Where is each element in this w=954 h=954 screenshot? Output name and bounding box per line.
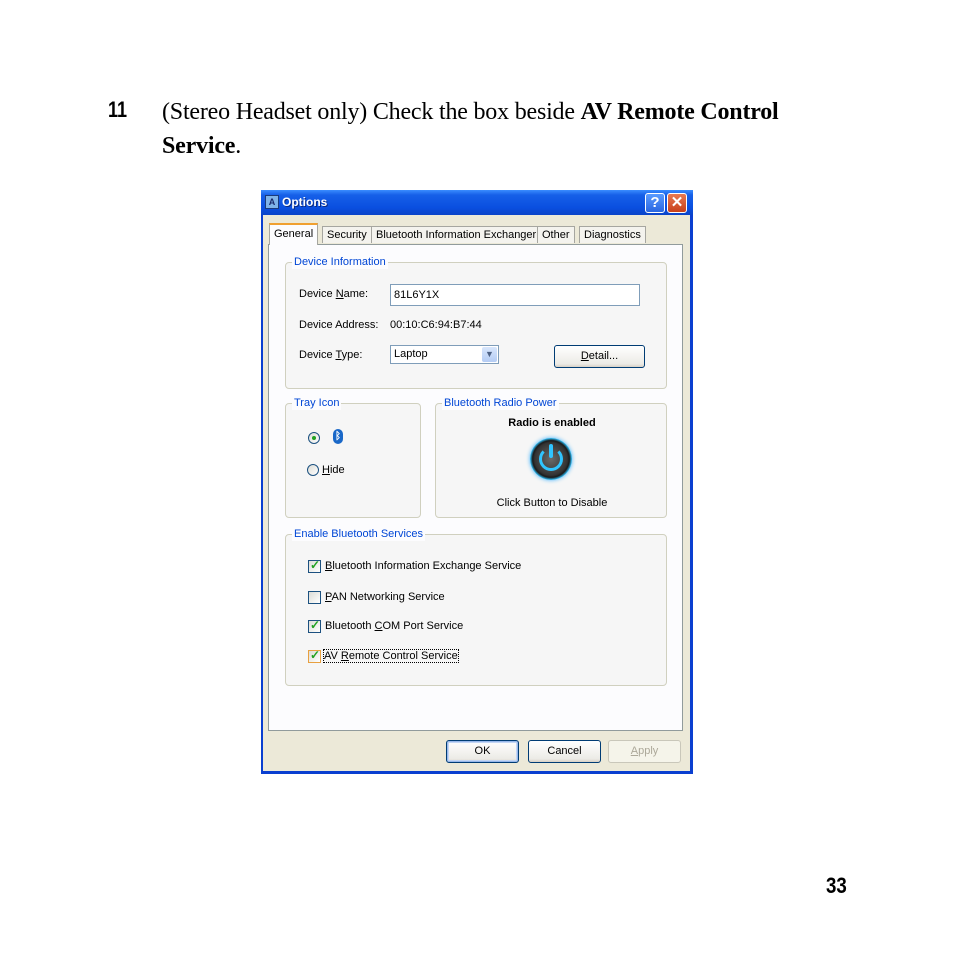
device-name-input[interactable]: 81L6Y1X (390, 284, 640, 306)
service-checkbox-pan-networking[interactable] (308, 591, 321, 604)
check-icon: ✓ (310, 558, 321, 572)
device-address-value: 00:10:C6:94:B7:44 (390, 319, 482, 331)
tray-hide-radio[interactable] (307, 464, 319, 476)
step-text: (Stereo Headset only) Check the box besi… (162, 95, 842, 163)
radio-action-text: Click Button to Disable (496, 497, 608, 509)
device-type-label: Device Type: (299, 349, 363, 361)
service-checkbox-info-exchange[interactable]: ✓ (308, 558, 321, 573)
device-address-label: Device Address: (299, 319, 379, 331)
tray-icon-title: Tray Icon (292, 396, 342, 410)
dialog-title: Options (282, 195, 328, 209)
chevron-down-icon[interactable]: ▼ (482, 347, 497, 362)
tray-hide-label[interactable]: Hide (322, 464, 345, 476)
radio-status: Radio is enabled (508, 417, 596, 429)
tab-general[interactable]: General (269, 223, 319, 245)
tab-other[interactable]: Other (537, 226, 575, 243)
step-number: 11 (108, 97, 128, 122)
radio-power-title: Bluetooth Radio Power (442, 396, 559, 410)
tray-icon-group: Tray Icon ᛒ Hide (285, 396, 421, 518)
device-information-title: Device Information (292, 255, 388, 269)
service-label-av-remote[interactable]: AV Remote Control Service (323, 649, 459, 663)
device-type-select[interactable]: Laptop ▼ (390, 345, 499, 364)
cancel-button[interactable]: Cancel (528, 740, 601, 763)
help-button[interactable]: ? (645, 193, 665, 213)
radio-selected-dot (312, 436, 316, 440)
tab-security[interactable]: Security (322, 226, 372, 243)
ok-button[interactable]: OK (446, 740, 519, 763)
radio-power-group: Bluetooth Radio Power Radio is enabled C… (435, 396, 667, 518)
app-icon: A (265, 195, 279, 209)
device-type-value: Laptop (394, 348, 428, 360)
tab-diagnostics[interactable]: Diagnostics (579, 226, 646, 243)
power-icon-bar (549, 444, 553, 458)
apply-button[interactable]: Apply (608, 740, 681, 763)
step-text-prefix: (Stereo Headset only) Check the box besi… (162, 99, 581, 125)
device-information-group: Device Information Device Name: 81L6Y1X … (285, 255, 667, 389)
service-label-info-exchange[interactable]: Bluetooth Information Exchange Service (325, 560, 521, 572)
tab-bluetooth-information-exchanger[interactable]: Bluetooth Information Exchanger (371, 226, 542, 243)
service-label-com-port[interactable]: Bluetooth COM Port Service (325, 620, 463, 632)
options-dialog: A Options ? ✕ General Security Bluetooth… (261, 190, 693, 774)
close-button[interactable]: ✕ (667, 193, 687, 213)
page-number: 33 (826, 873, 847, 898)
check-icon: ✓ (310, 618, 321, 632)
services-group: Enable Bluetooth Services ✓ Bluetooth In… (285, 527, 667, 686)
bluetooth-icon: ᛒ (333, 429, 343, 444)
detail-button[interactable]: Detail... (554, 345, 645, 368)
check-icon: ✓ (310, 648, 321, 662)
tray-show-radio[interactable] (308, 432, 320, 444)
services-title: Enable Bluetooth Services (292, 527, 426, 541)
service-checkbox-com-port[interactable]: ✓ (308, 618, 321, 633)
device-name-label: Device Name: (299, 288, 369, 300)
power-button[interactable] (530, 438, 572, 480)
general-tab-panel: Device Information Device Name: 81L6Y1X … (268, 244, 683, 731)
service-label-pan-networking[interactable]: PAN Networking Service (325, 591, 445, 603)
service-checkbox-av-remote[interactable]: ✓ (308, 648, 321, 663)
step-text-suffix: . (235, 133, 242, 159)
title-bar[interactable]: A Options ? ✕ (261, 190, 693, 215)
